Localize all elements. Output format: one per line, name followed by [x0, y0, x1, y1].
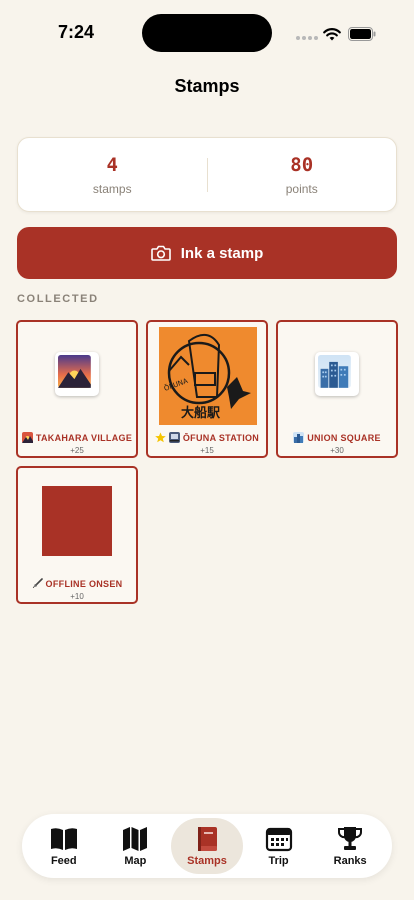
star-icon — [155, 432, 166, 443]
ink-stamp-button[interactable]: Ink a stamp — [17, 227, 397, 279]
ink-stamp-label: Ink a stamp — [180, 244, 264, 262]
train-station-icon — [168, 432, 180, 443]
tab-map[interactable]: Map — [100, 818, 172, 874]
trophy-icon — [338, 826, 363, 850]
status-time: 7:24 — [58, 22, 95, 42]
dynamic-island — [142, 14, 272, 52]
stamps-count-value: 4 — [106, 153, 118, 176]
stamp-tile-name: UNION SQUARE — [278, 432, 396, 443]
tab-trip[interactable]: Trip — [243, 818, 315, 874]
stamp-tile-takahara-village[interactable]: TAKAHARA VILLAGE +25 — [16, 320, 138, 458]
stamps-count-label: stamps — [92, 181, 132, 196]
tab-ranks[interactable]: Ranks — [314, 818, 386, 874]
cityscape-emoji — [315, 352, 359, 396]
stamp-book-icon — [197, 826, 217, 851]
calendar-icon — [265, 827, 292, 851]
stamp-tile-points: +10 — [70, 592, 84, 601]
camera-icon — [150, 245, 171, 261]
tab-stamps[interactable]: Stamps — [171, 818, 243, 874]
points-total: 80 points — [208, 154, 397, 196]
tab-feed[interactable]: Feed — [28, 818, 100, 874]
tab-bar: Feed Map Stamps Trip Ranks — [22, 814, 392, 878]
stamp-tile-offline-onsen[interactable]: OFFLINE ONSEN +10 — [16, 466, 138, 604]
cityscape-icon — [293, 432, 305, 443]
red-placeholder-square — [42, 486, 112, 556]
map-icon — [123, 826, 148, 851]
page-title: Stamps — [174, 76, 240, 96]
wifi-icon — [323, 28, 341, 41]
stamps-count: 4 stamps — [18, 154, 207, 196]
collected-section-header: COLLECTED — [17, 293, 99, 305]
stamp-tile-points: +30 — [330, 446, 344, 455]
ofuna-stamp-kanji: 大船駅 — [181, 405, 221, 421]
stamp-tile-points: +15 — [200, 446, 214, 455]
stamp-tile-points: +25 — [70, 446, 84, 455]
brush-icon — [32, 578, 43, 588]
status-bar: 7:24 — [0, 0, 414, 64]
battery-icon — [348, 27, 376, 41]
stamp-tile-name: TAKAHARA VILLAGE — [18, 432, 136, 443]
signal-icon — [296, 36, 318, 40]
book-open-icon — [50, 827, 77, 850]
stamp-tile-union-square[interactable]: UNION SQUARE +30 — [276, 320, 398, 458]
sunrise-over-mountains-emoji — [55, 352, 99, 396]
sunrise-mountains-icon — [21, 432, 33, 443]
points-total-label: points — [285, 181, 318, 196]
summary-card: 4 stamps 80 points — [17, 137, 397, 212]
points-total-value: 80 — [290, 153, 314, 176]
stamp-tile-ofuna-station[interactable]: ŌFUNA 大船駅 ŌFUNA STATION +15 — [146, 320, 268, 458]
stamp-tile-name: ŌFUNA STATION — [148, 432, 266, 443]
stamp-tile-name: OFFLINE ONSEN — [18, 578, 136, 589]
ofuna-station-stamp-image: ŌFUNA 大船駅 — [159, 327, 257, 425]
